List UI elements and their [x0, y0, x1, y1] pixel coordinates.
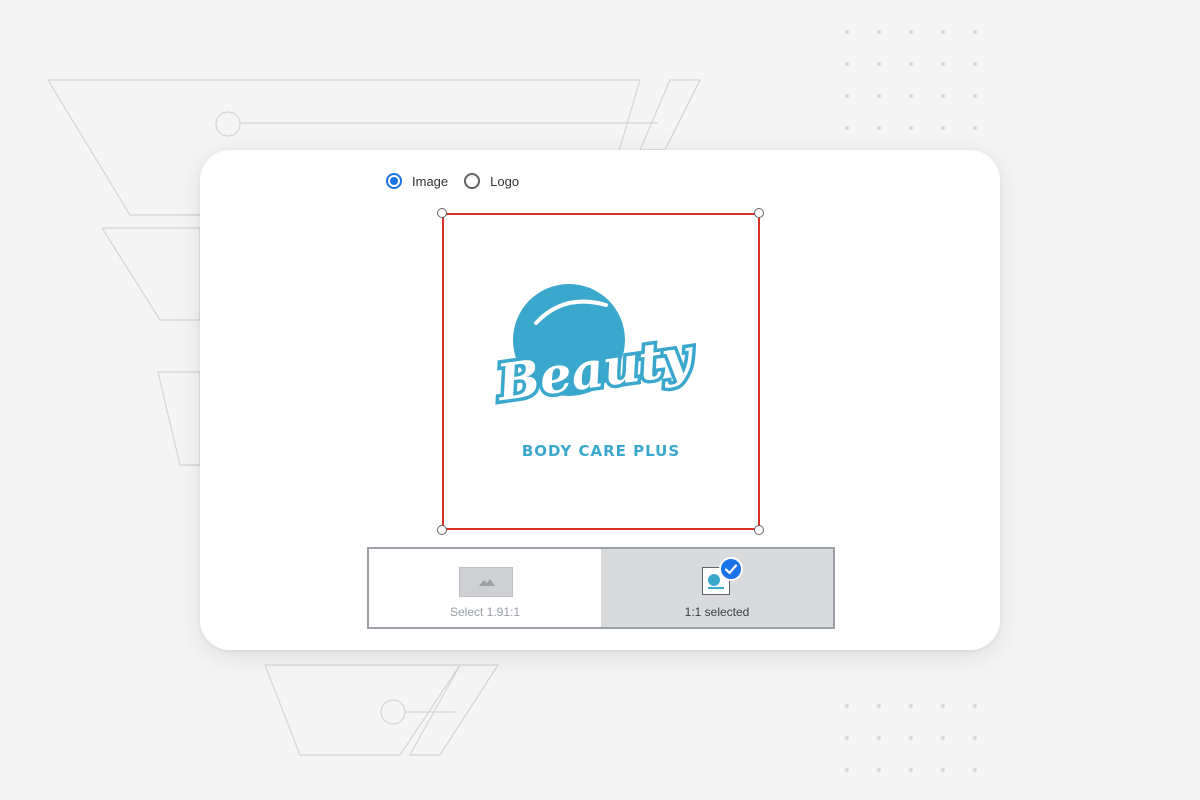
ratio-1-91-1-label: Select 1.91:1 — [449, 605, 521, 619]
radio-option-image[interactable]: Image — [386, 173, 448, 189]
radio-option-logo[interactable]: Logo — [464, 173, 519, 189]
checkmark-icon — [719, 557, 743, 581]
crop-handle-top-right[interactable] — [754, 208, 764, 218]
mountain-image-icon — [459, 567, 513, 597]
asset-type-radio-group: Image Logo — [386, 173, 519, 189]
ratio-option-1-91-1[interactable]: Select 1.91:1 — [369, 549, 601, 627]
radio-logo-unchecked-icon[interactable] — [464, 173, 481, 189]
crop-dialog-card: Image Logo Beauty BODY CARE PLUS Select … — [200, 150, 1000, 650]
crop-frame[interactable]: Beauty BODY CARE PLUS — [442, 213, 760, 530]
crop-handle-bottom-left[interactable] — [437, 525, 447, 535]
crop-handle-top-left[interactable] — [437, 208, 447, 218]
radio-image-checked-icon[interactable] — [386, 173, 402, 189]
ratio-1-1-label: 1:1 selected — [684, 605, 750, 619]
aspect-ratio-selector: Select 1.91:1 1:1 selected — [367, 547, 835, 629]
ratio-option-1-1[interactable]: 1:1 selected — [601, 549, 833, 627]
crop-handle-bottom-right[interactable] — [754, 525, 764, 535]
radio-image-label: Image — [412, 173, 449, 189]
logo-sub-text: BODY CARE PLUS — [522, 442, 680, 460]
beauty-logo-image: Beauty BODY CARE PLUS — [488, 284, 701, 460]
radio-logo-label: Logo — [490, 173, 520, 189]
